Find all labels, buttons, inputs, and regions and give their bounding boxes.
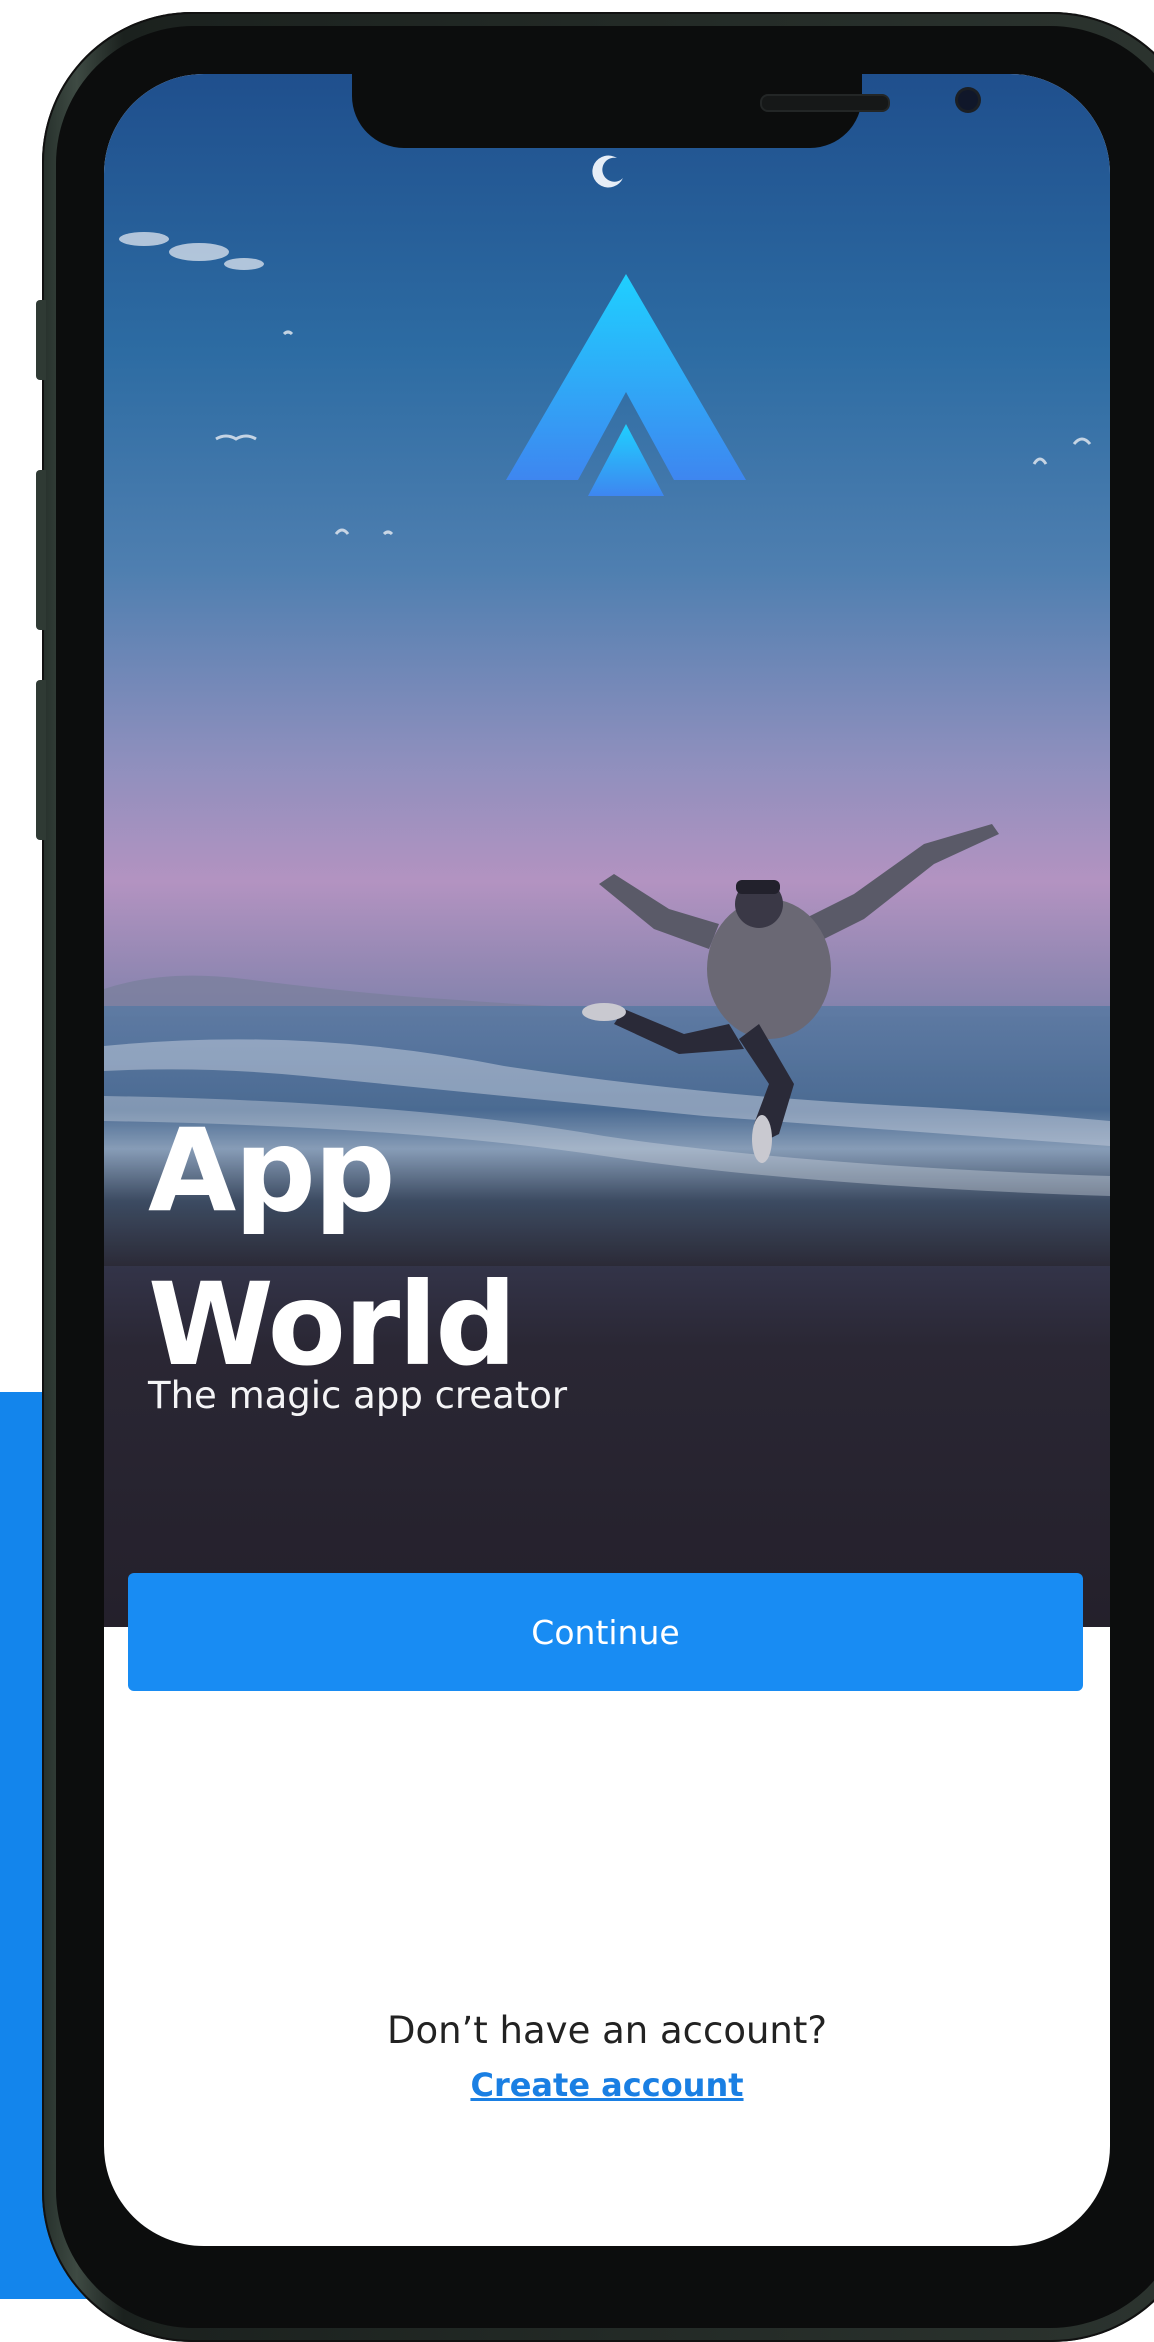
phone-notch xyxy=(352,74,978,148)
phone-mute-switch xyxy=(36,300,46,380)
app-title: App World xyxy=(148,1094,748,1402)
phone-volume-up xyxy=(36,470,46,630)
app-tagline: The magic app creator xyxy=(148,1374,568,1417)
triangle-logo-icon xyxy=(506,274,746,496)
phone-front-camera xyxy=(958,90,978,110)
crescent-moon-icon xyxy=(592,155,623,188)
phone-speaker xyxy=(760,94,890,112)
no-account-text: Don’t have an account? xyxy=(386,2009,828,2052)
app-title-line-1: App xyxy=(148,1104,395,1237)
phone-screen: App World The magic app creator Continue… xyxy=(104,74,1110,2246)
phone-volume-down xyxy=(36,680,46,840)
continue-button[interactable]: Continue xyxy=(128,1573,1083,1691)
create-account-link[interactable]: Create account xyxy=(104,2066,1110,2104)
